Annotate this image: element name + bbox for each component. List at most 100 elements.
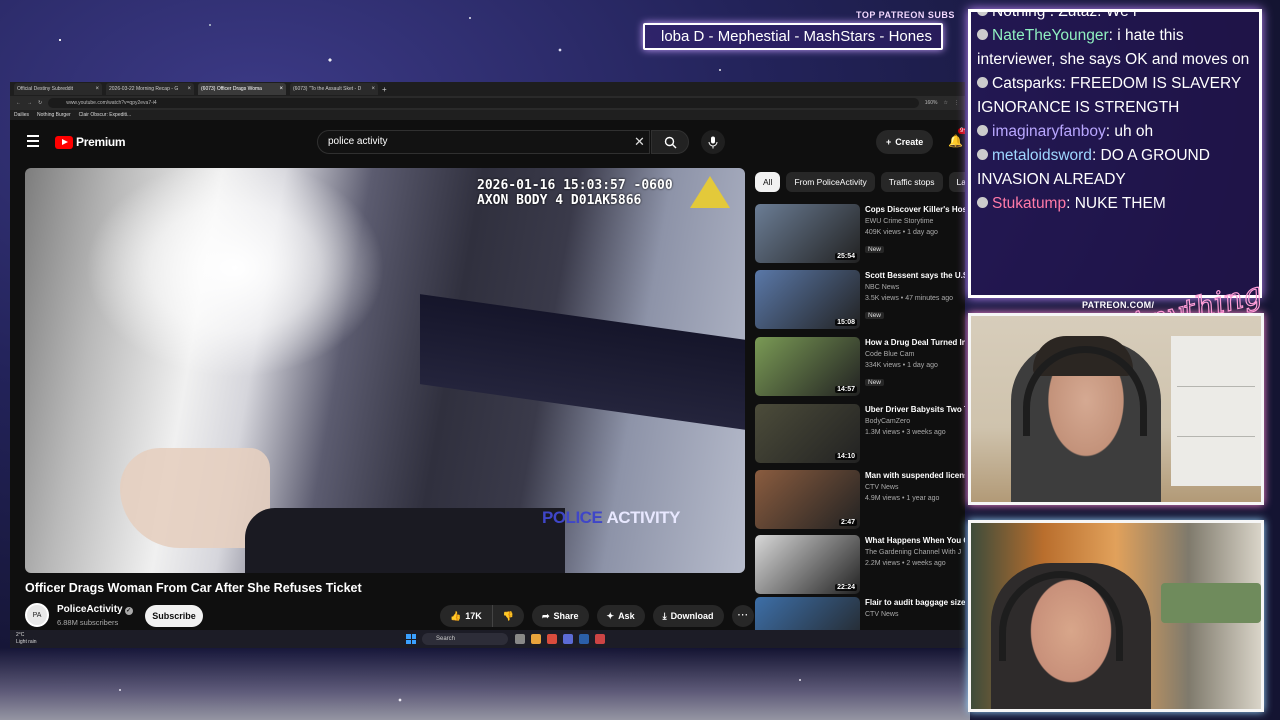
- weather-widget[interactable]: 2°C Light rain: [16, 632, 37, 646]
- tab-2[interactable]: (6073) Officer Drags Woma ×: [198, 83, 286, 95]
- tab-label: (6073) "To the Assault Sket - D: [293, 86, 362, 92]
- video-meta: 1.3M views • 3 weeks ago: [865, 429, 946, 436]
- bodycam-stamp: 2026-01-16 15:03:57 -0600 AXON BODY 4 D0…: [477, 178, 673, 208]
- close-icon[interactable]: ×: [95, 86, 99, 92]
- video-title-link[interactable]: Scott Bessent says the U.S. needs to 'es…: [865, 270, 965, 282]
- zoom-indicator[interactable]: 160%: [925, 100, 938, 106]
- channel-watermark: POLICE ACTIVITY: [542, 508, 680, 528]
- video-channel[interactable]: EWU Crime Storytime: [865, 216, 965, 227]
- chat-text: : NUKE THEM: [1066, 195, 1166, 212]
- hamburger-menu-button[interactable]: [27, 135, 39, 147]
- chip-from-channel[interactable]: From PoliceActivity: [786, 172, 875, 192]
- close-icon[interactable]: ×: [279, 86, 283, 92]
- video-duration: 15:08: [835, 319, 857, 326]
- channel-avatar[interactable]: PA: [25, 603, 49, 627]
- chip-all[interactable]: All: [755, 172, 781, 192]
- close-icon[interactable]: ×: [187, 86, 191, 92]
- menu-icon[interactable]: ⋮: [954, 100, 959, 106]
- video-title-link[interactable]: Cops Discover Killer's Hostage Tied Up i…: [865, 204, 965, 216]
- create-button[interactable]: + Create: [876, 130, 934, 154]
- browser-app-icon[interactable]: [547, 634, 557, 644]
- video-channel[interactable]: BodyCamZero: [865, 416, 965, 427]
- video-channel[interactable]: CTV News: [865, 609, 965, 620]
- video-info: Flair to audit baggage sizers after cust…: [865, 597, 965, 620]
- video-thumbnail[interactable]: 15:08: [755, 270, 860, 329]
- steam-icon[interactable]: [579, 634, 589, 644]
- video-title-link[interactable]: What Happens When You Grow a Tomato from…: [865, 535, 965, 547]
- like-dislike-group: 👍 17K 👎: [440, 605, 524, 627]
- close-icon[interactable]: ×: [371, 86, 375, 92]
- recommended-video[interactable]: 15:08 Scott Bessent says the U.S. needs t…: [755, 270, 965, 330]
- chat-username[interactable]: imaginaryfanboy: [992, 123, 1106, 140]
- video-player[interactable]: 2026-01-16 15:03:57 -0600 AXON BODY 4 D0…: [25, 168, 745, 573]
- video-channel[interactable]: NBC News: [865, 282, 965, 293]
- video-channel[interactable]: Code Blue Cam: [865, 349, 965, 360]
- search-icon: [664, 136, 676, 148]
- download-button[interactable]: ⤓ Download: [652, 605, 724, 627]
- chat-username[interactable]: Stukatump: [992, 195, 1066, 212]
- video-thumbnail[interactable]: 25:54: [755, 204, 860, 263]
- cabinet: [1171, 336, 1261, 486]
- search-input[interactable]: police activity: [317, 130, 650, 154]
- forward-icon[interactable]: →: [27, 100, 32, 106]
- create-label: Create: [895, 137, 924, 147]
- video-thumbnail[interactable]: 14:57: [755, 337, 860, 396]
- tab-1[interactable]: 2026-03-22 Morning Recap - G ×: [106, 83, 194, 95]
- officer-arm: [245, 508, 565, 573]
- video-channel[interactable]: The Gardening Channel With J: [865, 547, 965, 558]
- video-actions: 👍 17K 👎 ➦ Share ✦ Ask ⤓ Download ⋯: [440, 605, 754, 627]
- chat-username[interactable]: metaloidsword: [992, 147, 1092, 164]
- tab-label: (6073) Officer Drags Woma: [201, 86, 262, 92]
- recommended-video[interactable]: 22:24 What Happens When You Grow a Tomato…: [755, 535, 965, 595]
- recommended-video[interactable]: 14:57 How a Drug Deal Turned Into Total C…: [755, 337, 965, 397]
- subscribe-button[interactable]: Subscribe: [145, 605, 203, 627]
- video-title-link[interactable]: Flair to audit baggage sizers after cust…: [865, 597, 965, 609]
- discord-icon[interactable]: [563, 634, 573, 644]
- video-title-link[interactable]: Uber Driver Babysits Two Toddlers for 2 …: [865, 404, 965, 416]
- clear-search-icon[interactable]: ✕: [634, 134, 645, 150]
- chat-username[interactable]: NateTheYounger: [992, 27, 1109, 44]
- taskbar-search[interactable]: Search: [422, 633, 508, 645]
- search-button[interactable]: [651, 130, 689, 154]
- channel-name[interactable]: PoliceActivity ✓: [57, 604, 133, 615]
- like-button[interactable]: 👍 17K: [440, 605, 492, 627]
- reload-icon[interactable]: ↻: [38, 100, 42, 106]
- address-bar-row: ← → ↻ www.youtube.com/watch?v=qpy2eva7-i…: [10, 96, 965, 110]
- video-title-link[interactable]: Man with suspended license joins court c…: [865, 470, 965, 482]
- star-icon[interactable]: ☆: [944, 100, 948, 106]
- patreon-ticker: loba D - Mephestial - MashStars - Hones: [643, 23, 943, 50]
- video-title-link[interactable]: How a Drug Deal Turned Into Total Chaos …: [865, 337, 965, 349]
- video-thumbnail[interactable]: 22:24: [755, 535, 860, 594]
- video-meta: 3.5K views • 47 minutes ago: [865, 295, 954, 302]
- url-field[interactable]: www.youtube.com/watch?v=qpy2eva7-i4: [48, 98, 919, 108]
- bookmark-item[interactable]: Clair Obscur: Expediti...: [79, 112, 132, 118]
- app-icon[interactable]: [595, 634, 605, 644]
- recommended-video[interactable]: 14:10 Uber Driver Babysits Two Toddlers f…: [755, 404, 965, 464]
- video-channel[interactable]: CTV News: [865, 482, 965, 493]
- ask-button[interactable]: ✦ Ask: [596, 605, 645, 627]
- back-icon[interactable]: ←: [16, 100, 21, 106]
- video-thumbnail[interactable]: 14:10: [755, 404, 860, 463]
- share-button[interactable]: ➦ Share: [531, 605, 589, 627]
- video-thumbnail[interactable]: 2:47: [755, 470, 860, 529]
- recommended-video[interactable]: 2:47 Man with suspended license joins cou…: [755, 470, 965, 530]
- new-tab-button[interactable]: +: [382, 85, 387, 94]
- dislike-button[interactable]: 👎: [491, 605, 524, 627]
- share-label: Share: [553, 611, 579, 621]
- tab-3[interactable]: (6073) "To the Assault Sket - D ×: [290, 83, 378, 95]
- bookmark-item[interactable]: Dailies: [14, 112, 29, 118]
- chip-more[interactable]: La: [948, 172, 965, 192]
- chip-traffic-stops[interactable]: Traffic stops: [880, 172, 943, 192]
- chat-username[interactable]: Catsparks: [992, 75, 1062, 92]
- windows-start-icon[interactable]: [406, 634, 416, 644]
- more-options-button[interactable]: ⋯: [731, 605, 754, 627]
- task-view-icon[interactable]: [515, 634, 525, 644]
- video-info: Scott Bessent says the U.S. needs to 'es…: [865, 270, 965, 322]
- tab-0[interactable]: Official Destiny Subreddit ×: [14, 83, 102, 95]
- voice-search-button[interactable]: [701, 130, 725, 154]
- bell-icon[interactable]: 🔔: [948, 134, 963, 148]
- file-explorer-icon[interactable]: [531, 634, 541, 644]
- youtube-logo[interactable]: Premium: [55, 135, 126, 149]
- recommended-video[interactable]: 25:54 Cops Discover Killer's Hostage Tied…: [755, 204, 965, 264]
- bookmark-item[interactable]: Nothing Burger: [37, 112, 71, 118]
